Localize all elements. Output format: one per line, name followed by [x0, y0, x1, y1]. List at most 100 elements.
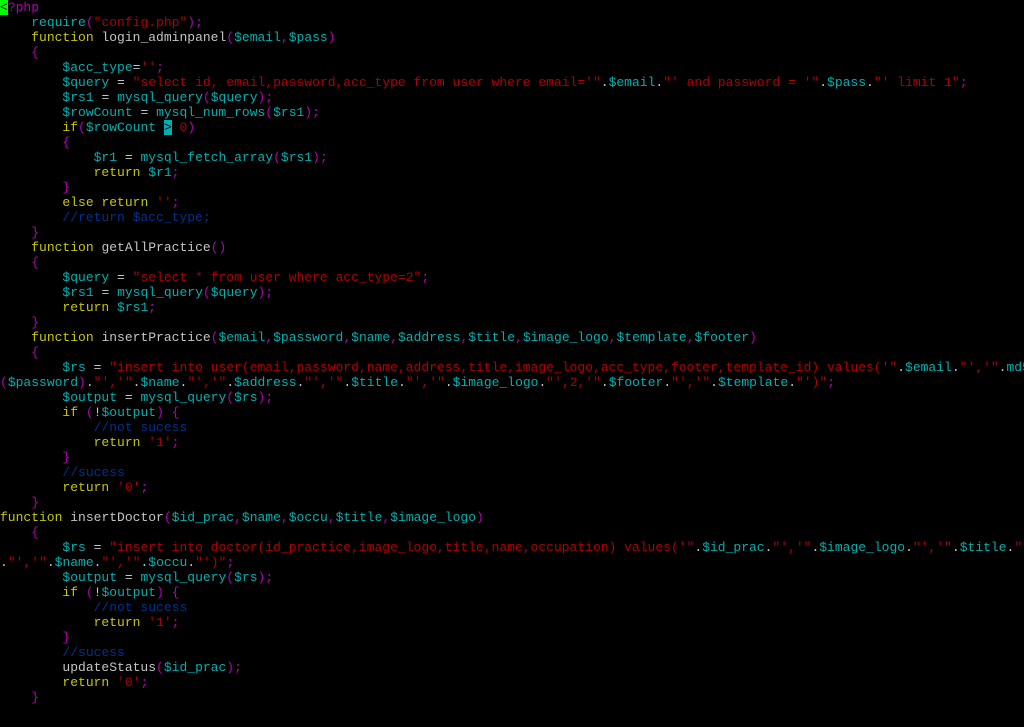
var-rs1: $rs1	[62, 90, 93, 105]
arg-password: $password	[8, 375, 78, 390]
param-password: $password	[273, 330, 343, 345]
return-keyword: return	[62, 480, 109, 495]
arg-query: $query	[211, 285, 258, 300]
sql-sep: "','"	[304, 375, 343, 390]
concat-email: $email	[905, 360, 952, 375]
var-output: $output	[62, 570, 117, 585]
concat-title: $title	[960, 540, 1007, 555]
var-rs1: $rs1	[62, 285, 93, 300]
arg-rs: $rs	[234, 570, 257, 585]
code-editor[interactable]: <?php require("config.php"); function lo…	[0, 0, 1024, 705]
cursor-compare: >	[164, 120, 172, 135]
var-rs: $rs	[62, 540, 85, 555]
arg-query: $query	[211, 90, 258, 105]
var-output: $output	[62, 390, 117, 405]
sql-select-login: "select id, email,password,acc_type from…	[133, 75, 601, 90]
sql-select-practice: "select * from user where acc_type=2"	[133, 270, 422, 285]
sql-end: "')"	[796, 375, 827, 390]
return-keyword: return	[94, 165, 141, 180]
concat-occu: $occu	[148, 555, 187, 570]
call-mysql-num-rows: mysql_num_rows	[156, 105, 265, 120]
return-one: '1'	[148, 615, 171, 630]
sql-end: "')"	[195, 555, 226, 570]
param-image-logo: $image_logo	[390, 510, 476, 525]
php-open-tag: ?php	[8, 0, 39, 15]
var-acc-type: $acc_type	[62, 60, 132, 75]
param-email: $email	[218, 330, 265, 345]
comment-return-acc-type: //return $acc_type;	[62, 210, 210, 225]
sql-insert-doctor: "insert into doctor(id_practice,image_lo…	[109, 540, 694, 555]
call-mysql-query: mysql_query	[117, 90, 203, 105]
call-mysql-fetch-array: mysql_fetch_array	[140, 150, 273, 165]
param-name: $name	[242, 510, 281, 525]
function-login-adminpanel: login_adminpanel	[101, 30, 226, 45]
concat-template: $template	[718, 375, 788, 390]
param-address: $address	[398, 330, 460, 345]
call-mysql-query: mysql_query	[140, 570, 226, 585]
concat-address: $address	[234, 375, 296, 390]
var-rowcount: $rowCount	[62, 105, 132, 120]
concat-name: $name	[140, 375, 179, 390]
param-footer: $footer	[695, 330, 750, 345]
function-insertdoctor: insertDoctor	[70, 510, 164, 525]
return-rs1: $rs1	[117, 300, 148, 315]
arg-rs1: $rs1	[281, 150, 312, 165]
cursor-block: <	[0, 0, 8, 15]
return-empty: ''	[156, 195, 172, 210]
param-image-logo: $image_logo	[523, 330, 609, 345]
arg-id-prac: $id_prac	[164, 660, 226, 675]
sql-sep: "','"	[101, 555, 140, 570]
param-title: $title	[336, 510, 383, 525]
return-one: '1'	[148, 435, 171, 450]
sql-sep: "','"	[960, 360, 999, 375]
call-updatestatus: updateStatus	[62, 660, 156, 675]
comment-not-sucess: //not sucess	[94, 420, 188, 435]
sql-frag: "' limit 1"	[874, 75, 960, 90]
sql-sep: "','"	[1014, 540, 1024, 555]
empty-string: ''	[140, 60, 156, 75]
sql-mid: "',2,'"	[546, 375, 601, 390]
concat-footer: $footer	[609, 375, 664, 390]
arg-rs: $rs	[234, 390, 257, 405]
sql-frag: "' and password = '"	[663, 75, 819, 90]
if-keyword: if	[62, 405, 78, 420]
sql-sep: "','"	[772, 540, 811, 555]
comment-sucess: //sucess	[62, 465, 124, 480]
comment-not-sucess: //not sucess	[94, 600, 188, 615]
comment-sucess: //sucess	[62, 645, 124, 660]
concat-name: $name	[55, 555, 94, 570]
return-keyword: return	[62, 300, 109, 315]
sql-sep: "','"	[8, 555, 47, 570]
param-title: $title	[468, 330, 515, 345]
sql-sep: "','"	[187, 375, 226, 390]
cond-rowcount: $rowCount	[86, 120, 156, 135]
concat-image-logo: $image_logo	[453, 375, 539, 390]
sql-sep: "','"	[671, 375, 710, 390]
return-zero: '0'	[117, 675, 140, 690]
param-id-prac: $id_prac	[172, 510, 234, 525]
function-getallpractice: getAllPractice	[101, 240, 210, 255]
if-keyword: if	[62, 120, 78, 135]
var-rs: $rs	[62, 360, 85, 375]
param-occu: $occu	[289, 510, 328, 525]
function-keyword: function	[0, 510, 62, 525]
sql-sep: "','"	[913, 540, 952, 555]
return-keyword: return	[101, 195, 148, 210]
param-name: $name	[351, 330, 390, 345]
call-md5: md5	[1006, 360, 1024, 375]
param-pass: $pass	[289, 30, 328, 45]
concat-image-logo: $image_logo	[819, 540, 905, 555]
else-keyword: else	[62, 195, 93, 210]
config-string: "config.php"	[94, 15, 188, 30]
function-keyword: function	[31, 240, 93, 255]
arg-rs1: $rs1	[273, 105, 304, 120]
return-keyword: return	[94, 615, 141, 630]
return-keyword: return	[62, 675, 109, 690]
return-keyword: return	[94, 435, 141, 450]
sql-insert-user: "insert into user(email,password,name,ad…	[109, 360, 897, 375]
return-zero: '0'	[117, 480, 140, 495]
concat-email: $email	[609, 75, 656, 90]
sql-sep: "','"	[406, 375, 445, 390]
call-mysql-query: mysql_query	[140, 390, 226, 405]
var-query: $query	[62, 270, 109, 285]
